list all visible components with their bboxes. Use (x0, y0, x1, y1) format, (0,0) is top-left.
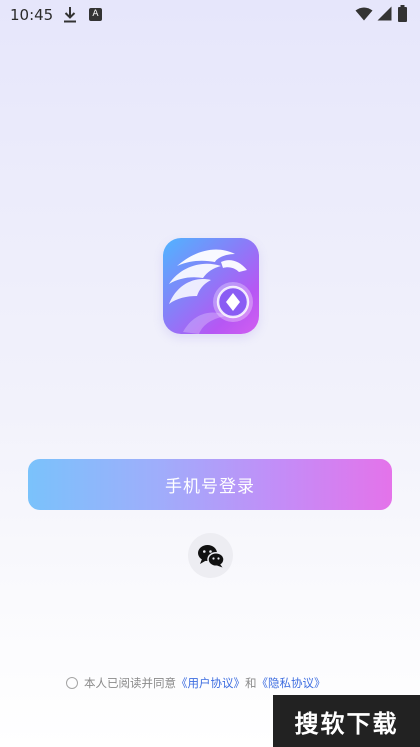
app-logo (163, 238, 259, 334)
agreement-prefix: 本人已阅读并同意 (84, 676, 176, 690)
status-bar: 10:45 A (0, 0, 420, 30)
download-icon (64, 7, 76, 23)
status-time: 10:45 (10, 6, 54, 24)
eagle-logo-icon (169, 249, 253, 334)
signal-icon (377, 6, 392, 21)
phone-login-button[interactable]: 手机号登录 (28, 459, 392, 510)
agreement-connector: 和 (245, 676, 257, 690)
app-notification-icon: A (89, 8, 102, 21)
agreement-row: 本人已阅读并同意 《用户协议》 和 《隐私协议》 (66, 674, 326, 692)
privacy-policy-link[interactable]: 《隐私协议》 (257, 675, 326, 691)
wechat-icon (197, 544, 225, 567)
watermark-badge: 搜软下载 (273, 695, 420, 747)
wechat-login-button[interactable] (188, 533, 233, 578)
agreement-checkbox[interactable] (66, 677, 78, 689)
user-agreement-link[interactable]: 《用户协议》 (176, 675, 245, 691)
battery-icon (398, 5, 407, 22)
wifi-icon (355, 7, 373, 21)
